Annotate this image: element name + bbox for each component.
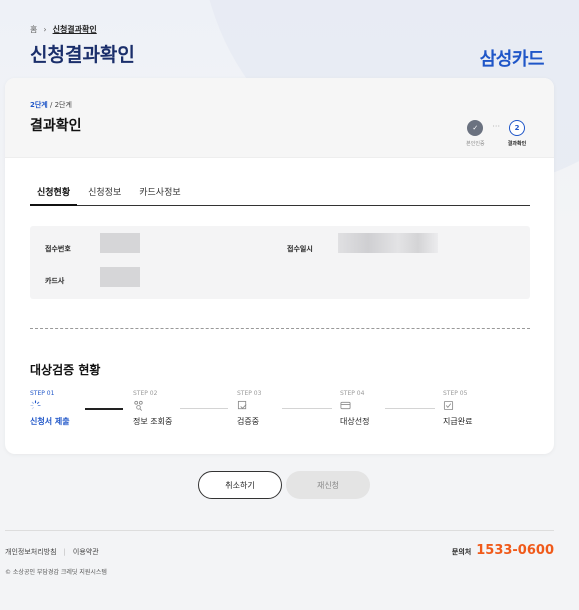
card-header: 2단계 / 2단계 결과확인 ✓ 본인인증 ··· 2 결과확인 bbox=[5, 78, 554, 158]
step-item-3: STEP 03 검증중 bbox=[237, 390, 261, 427]
breadcrumb: 홈 › 신청결과확인 bbox=[30, 24, 97, 35]
contact-number[interactable]: 1533-0600 bbox=[476, 543, 554, 558]
step-item-2: STEP 02 정보 조회중 bbox=[133, 390, 172, 427]
step-name: 신청서 제출 bbox=[30, 417, 70, 426]
step-name: 정보 조회중 bbox=[133, 417, 173, 426]
footer-separator: | bbox=[63, 548, 66, 556]
mini-dots: ··· bbox=[492, 122, 500, 131]
tab-bar: 신청현황 신청정보 카드사정보 bbox=[30, 181, 530, 206]
divider bbox=[30, 328, 530, 329]
people-search-icon bbox=[134, 400, 143, 411]
mini-progress: ✓ 본인인증 ··· 2 결과확인 bbox=[462, 120, 530, 147]
receipt-date-label: 접수일시 bbox=[287, 245, 313, 253]
copyright: © 소상공인 부담경감 크레딧 지원시스템 bbox=[5, 569, 107, 576]
result-card: 2단계 / 2단계 결과확인 ✓ 본인인증 ··· 2 결과확인 신청현황 신청… bbox=[5, 78, 554, 454]
step-indicator: 2단계 / 2단계 bbox=[30, 100, 72, 110]
step-label: STEP 03 bbox=[237, 390, 262, 397]
progress-line bbox=[282, 408, 332, 409]
reapply-button[interactable]: 재신청 bbox=[286, 471, 370, 499]
mini-step-verify: ✓ 본인인증 bbox=[462, 120, 488, 147]
step-item-5: STEP 05 지급완료 bbox=[443, 390, 472, 427]
step-total: / 2단계 bbox=[50, 101, 72, 109]
mini-step-number: 2 bbox=[509, 120, 525, 136]
step-label: STEP 01 bbox=[30, 390, 55, 397]
step-label: STEP 04 bbox=[340, 390, 365, 397]
footer-divider bbox=[5, 530, 554, 531]
breadcrumb-home[interactable]: 홈 bbox=[30, 24, 37, 35]
privacy-policy-link[interactable]: 개인정보처리방침 bbox=[5, 547, 57, 557]
contact-info: 문의처 1533-0600 bbox=[452, 543, 554, 558]
terms-link[interactable]: 이용약관 bbox=[73, 547, 99, 557]
step-current: 2단계 bbox=[30, 101, 48, 109]
breadcrumb-current[interactable]: 신청결과확인 bbox=[53, 24, 97, 35]
receipt-number-value-redacted bbox=[100, 233, 140, 253]
verification-progress: STEP 01 신청서 제출 STEP 02 정보 조회중 STEP 03 검증… bbox=[30, 390, 530, 435]
card-title: 결과확인 bbox=[30, 118, 82, 134]
spinner-icon bbox=[30, 400, 41, 410]
section-title: 대상검증 현황 bbox=[30, 363, 101, 377]
tab-application-info[interactable]: 신청정보 bbox=[81, 181, 128, 206]
mini-step-label: 본인인증 bbox=[466, 141, 485, 147]
mini-step-result: 2 결과확인 bbox=[504, 120, 530, 147]
receipt-date-value-redacted bbox=[338, 233, 438, 253]
info-box: 접수번호 접수일시 카드사 bbox=[30, 226, 530, 299]
document-check-icon bbox=[237, 400, 247, 410]
receipt-number-label: 접수번호 bbox=[45, 245, 71, 253]
contact-label: 문의처 bbox=[451, 548, 472, 556]
step-label: STEP 05 bbox=[443, 390, 468, 397]
step-item-1: STEP 01 신청서 제출 bbox=[30, 390, 70, 427]
check-icon: ✓ bbox=[467, 120, 484, 136]
mini-step-label: 결과확인 bbox=[507, 141, 527, 147]
card-company-label: 카드사 bbox=[45, 277, 65, 285]
breadcrumb-separator-icon: › bbox=[43, 25, 47, 34]
footer-links: 개인정보처리방침 | 이용약관 bbox=[5, 547, 99, 557]
progress-line bbox=[180, 408, 228, 409]
step-name: 검증중 bbox=[237, 417, 260, 426]
card-icon bbox=[340, 401, 351, 410]
step-name: 지급완료 bbox=[443, 417, 473, 426]
checkbox-icon bbox=[443, 400, 454, 411]
card-company-value-redacted bbox=[100, 267, 140, 287]
step-name: 대상선정 bbox=[340, 417, 370, 426]
brand-logo: 삼성카드 bbox=[479, 49, 545, 70]
progress-line bbox=[385, 408, 435, 409]
step-label: STEP 02 bbox=[133, 390, 158, 397]
tab-application-status[interactable]: 신청현황 bbox=[30, 181, 78, 206]
step-item-4: STEP 04 대상선정 bbox=[340, 390, 369, 427]
progress-line-done bbox=[85, 408, 123, 410]
cancel-button[interactable]: 취소하기 bbox=[198, 471, 282, 499]
tab-card-company-info[interactable]: 카드사정보 bbox=[132, 181, 187, 206]
page-title: 신청결과확인 bbox=[30, 44, 135, 66]
